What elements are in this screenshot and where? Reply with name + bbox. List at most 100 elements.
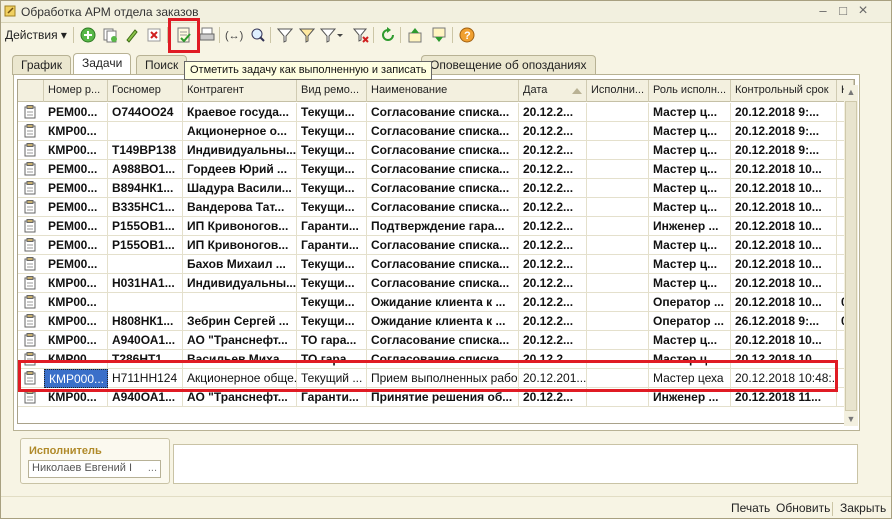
cell-plate[interactable]: Р155ОВ1... xyxy=(108,217,183,236)
cell-contractor[interactable]: ИП Кривоногов... xyxy=(183,217,297,236)
cell-number[interactable]: КМР00... xyxy=(44,122,108,141)
cell-role[interactable]: Оператор ... xyxy=(649,293,731,312)
cell-deadline[interactable]: 20.12.2018 10... xyxy=(731,179,837,198)
cell-deadline[interactable]: 20.12.2018 9:... xyxy=(731,122,837,141)
reload-button[interactable] xyxy=(378,25,398,45)
tab-tasks[interactable]: Задачи xyxy=(73,53,132,75)
column-header-executor[interactable]: Исполни... xyxy=(587,80,649,102)
cell-number[interactable]: КМР00... xyxy=(44,141,108,160)
cell-deadline[interactable]: 20.12.2018 10... xyxy=(731,160,837,179)
cell-number[interactable]: РЕМ00... xyxy=(44,160,108,179)
executor-field[interactable]: Николаев Евгений I... xyxy=(28,460,161,478)
cell-contractor[interactable]: Вандерова Тат... xyxy=(183,198,297,217)
cell-executor[interactable] xyxy=(587,179,649,198)
cell-number[interactable]: РЕМ00... xyxy=(44,179,108,198)
cell-plate[interactable]: В335НС1... xyxy=(108,198,183,217)
table-row[interactable]: РЕМ00... Бахов Михаил ... Текущи... Согласо… xyxy=(18,255,854,274)
print-list-button[interactable] xyxy=(197,25,217,45)
cell-deadline[interactable]: 20.12.2018 10... xyxy=(731,293,837,312)
column-header-deadline[interactable]: Контрольный срок xyxy=(731,80,837,102)
cell-name[interactable]: Ожидание клиента к ... xyxy=(367,293,519,312)
cell-contractor[interactable]: Бахов Михаил ... xyxy=(183,255,297,274)
cell-deadline[interactable]: 20.12.2018 10... xyxy=(731,274,837,293)
cell-name[interactable]: Ожидание клиента к ... xyxy=(367,312,519,331)
cell-date[interactable]: 20.12.2... xyxy=(519,141,587,160)
cell-role[interactable]: Мастер ц... xyxy=(649,236,731,255)
cell-contractor[interactable]: Зебрин Сергей ... xyxy=(183,312,297,331)
cell-role[interactable]: Мастер ц... xyxy=(649,198,731,217)
cell-name[interactable]: Согласование списка... xyxy=(367,103,519,122)
cell-name[interactable]: Согласование списка... xyxy=(367,141,519,160)
cell-contractor[interactable]: Индивидуальны... xyxy=(183,274,297,293)
cell-number[interactable]: РЕМ00... xyxy=(44,198,108,217)
arrows-button[interactable]: (↔) xyxy=(224,25,244,45)
cell-plate[interactable]: Р155ОВ1... xyxy=(108,236,183,255)
cell-number[interactable]: КМР00... xyxy=(44,331,108,350)
cell-plate[interactable] xyxy=(108,293,183,312)
cell-name[interactable]: Согласование списка... xyxy=(367,160,519,179)
task-note-area[interactable] xyxy=(173,444,858,484)
cell-repair-type[interactable]: Текущи... xyxy=(297,312,367,331)
column-header-contractor[interactable]: Контрагент xyxy=(183,80,297,102)
cell-deadline[interactable]: 20.12.2018 9:... xyxy=(731,141,837,160)
cell-deadline[interactable]: 20.12.2018 9:... xyxy=(731,103,837,122)
cell-executor[interactable] xyxy=(587,198,649,217)
cell-plate[interactable]: А940ОА1... xyxy=(108,331,183,350)
cell-role[interactable]: Инженер ... xyxy=(649,217,731,236)
cell-name[interactable]: Согласование списка... xyxy=(367,122,519,141)
cell-executor[interactable] xyxy=(587,293,649,312)
table-row[interactable]: КМР00... Акционерное о... Текущи... Согласо… xyxy=(18,122,854,141)
cell-deadline[interactable]: 20.12.2018 10... xyxy=(731,331,837,350)
cell-repair-type[interactable]: Гаранти... xyxy=(297,236,367,255)
table-row[interactable]: РЕМ00... А988ВО1... Гордеев Юрий ... Текущи… xyxy=(18,160,854,179)
cell-number[interactable]: КМР00... xyxy=(44,274,108,293)
scroll-down-arrow-icon[interactable]: ▼ xyxy=(844,412,858,426)
cell-date[interactable]: 20.12.2... xyxy=(519,236,587,255)
cell-date[interactable]: 20.12.2... xyxy=(519,293,587,312)
table-row[interactable]: КМР00... Т149ВР138 Индивидуальны... Текущи.… xyxy=(18,141,854,160)
cell-executor[interactable] xyxy=(587,312,649,331)
executor-select-button[interactable]: ... xyxy=(148,462,157,474)
cell-plate[interactable]: В894НК1... xyxy=(108,179,183,198)
column-header-date[interactable]: Дата xyxy=(519,80,587,102)
cell-number[interactable]: РЕМ00... xyxy=(44,236,108,255)
table-row[interactable]: РЕМ00... В894НК1... Шадура Васили... Текущи… xyxy=(18,179,854,198)
cell-repair-type[interactable]: Текущи... xyxy=(297,198,367,217)
print-button[interactable]: Печать xyxy=(731,501,770,515)
cell-name[interactable]: Подтверждение гара... xyxy=(367,217,519,236)
cell-date[interactable]: 20.12.2... xyxy=(519,331,587,350)
table-row[interactable]: РЕМ00... В335НС1... Вандерова Тат... Текущи… xyxy=(18,198,854,217)
cell-contractor[interactable]: Шадура Васили... xyxy=(183,179,297,198)
cell-date[interactable]: 20.12.2... xyxy=(519,217,587,236)
cell-contractor[interactable]: Индивидуальны... xyxy=(183,141,297,160)
move-down-button[interactable] xyxy=(429,25,449,45)
cell-repair-type[interactable]: Текущи... xyxy=(297,274,367,293)
table-row[interactable]: РЕМ00... Р155ОВ1... ИП Кривоногов... Гарант… xyxy=(18,236,854,255)
cell-contractor[interactable] xyxy=(183,293,297,312)
cell-role[interactable]: Мастер ц... xyxy=(649,331,731,350)
cell-deadline[interactable]: 20.12.2018 10... xyxy=(731,236,837,255)
edit-button[interactable] xyxy=(122,25,142,45)
cell-repair-type[interactable]: Текущи... xyxy=(297,141,367,160)
move-up-button[interactable] xyxy=(405,25,425,45)
tab-schedule[interactable]: График xyxy=(12,55,71,75)
cell-number[interactable]: РЕМ00... xyxy=(44,103,108,122)
scroll-thumb[interactable] xyxy=(845,101,857,411)
filter-list-button[interactable] xyxy=(319,25,345,45)
find-button[interactable] xyxy=(248,25,268,45)
cell-executor[interactable] xyxy=(587,122,649,141)
cell-repair-type[interactable]: ТО гара... xyxy=(297,331,367,350)
cell-date[interactable]: 20.12.2... xyxy=(519,198,587,217)
cell-repair-type[interactable]: Текущи... xyxy=(297,293,367,312)
vertical-scrollbar[interactable]: ▲ ▼ xyxy=(844,85,858,426)
cell-date[interactable]: 20.12.2... xyxy=(519,312,587,331)
cell-number[interactable]: КМР00... xyxy=(44,312,108,331)
cell-role[interactable]: Мастер ц... xyxy=(649,160,731,179)
cell-contractor[interactable]: АО "Транснефт... xyxy=(183,331,297,350)
table-row[interactable]: РЕМ00... Р155ОВ1... ИП Кривоногов... Гарант… xyxy=(18,217,854,236)
cell-contractor[interactable]: ИП Кривоногов... xyxy=(183,236,297,255)
minimize-button[interactable]: – xyxy=(814,3,832,19)
cell-role[interactable]: Мастер ц... xyxy=(649,274,731,293)
column-header-role[interactable]: Роль исполн... xyxy=(649,80,731,102)
copy-button[interactable] xyxy=(100,25,120,45)
